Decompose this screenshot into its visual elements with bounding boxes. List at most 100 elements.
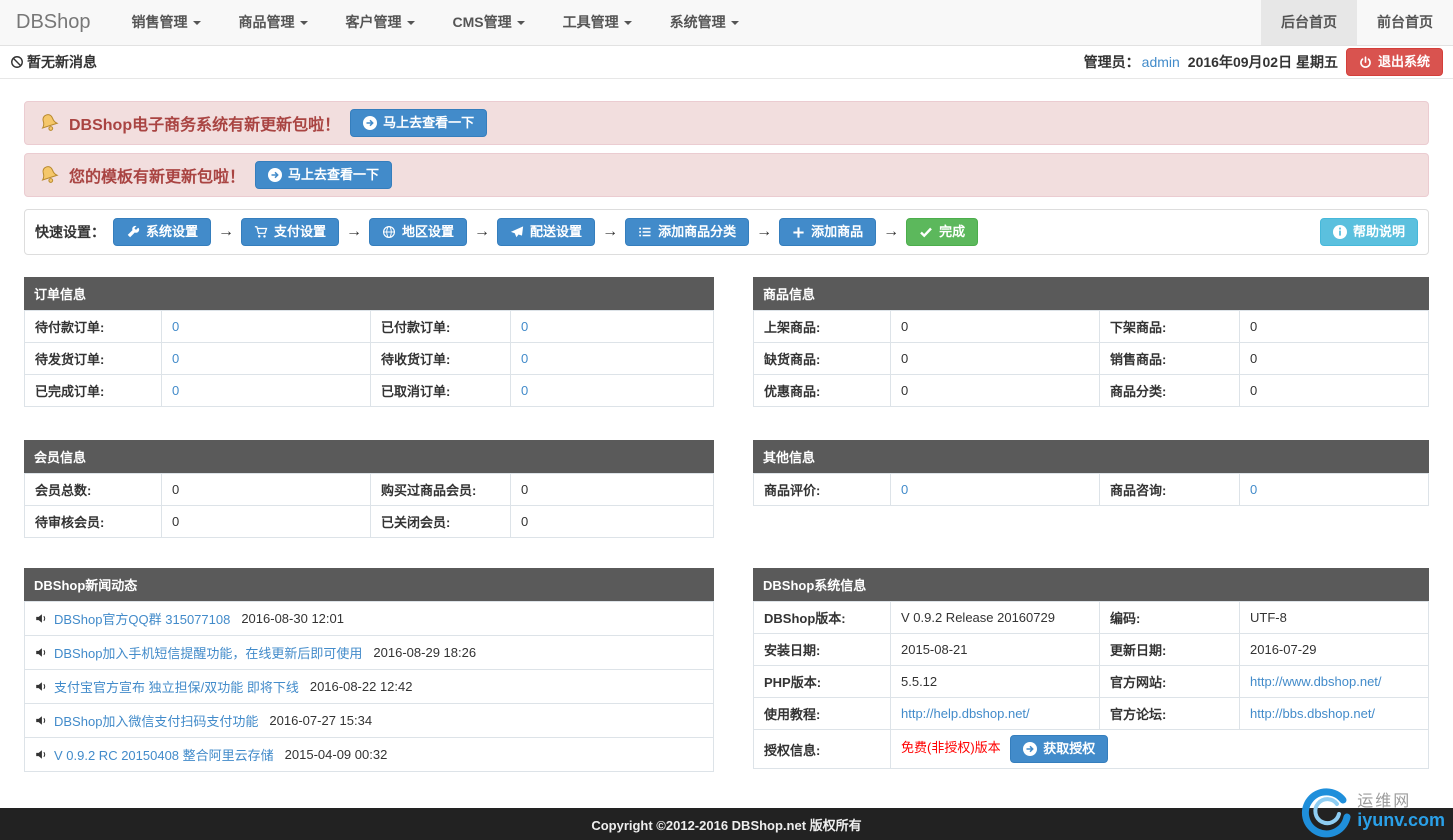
- news-link[interactable]: V 0.9.2 RC 20150408 整合阿里云存储: [54, 745, 274, 764]
- step-region-settings-button[interactable]: 地区设置: [369, 218, 467, 246]
- stat-value: 0: [162, 506, 371, 538]
- admin-label: 管理员：: [1084, 52, 1140, 72]
- stat-value: 0: [511, 474, 714, 506]
- menu-sales[interactable]: 销售管理: [113, 0, 220, 45]
- stat-value-link[interactable]: 0: [172, 319, 179, 334]
- panel-title: 商品信息: [753, 277, 1429, 310]
- tab-frontend-home[interactable]: 前台首页: [1357, 0, 1453, 45]
- flow-arrow-icon: →: [602, 223, 618, 241]
- cart-icon: [254, 225, 268, 239]
- stat-label: 官方网站:: [1100, 666, 1240, 698]
- stat-label: 安装日期:: [754, 634, 891, 666]
- step-add-goods-button[interactable]: 添加商品: [779, 218, 876, 246]
- stat-label: 待付款订单:: [25, 311, 162, 343]
- chevron-down-icon: [731, 21, 739, 25]
- news-link[interactable]: DBShop官方QQ群 315077108: [54, 609, 230, 628]
- panel-title: DBShop系统信息: [753, 568, 1429, 601]
- menu-cms[interactable]: CMS管理: [434, 0, 544, 45]
- alert-text: DBShop电子商务系统有新更新包啦！: [69, 111, 340, 135]
- stat-value: 0: [891, 311, 1100, 343]
- stat-label: 待审核会员:: [25, 506, 162, 538]
- table-row: 授权信息: 免费(非授权)版本 获取授权: [754, 730, 1429, 769]
- step-payment-settings-button[interactable]: 支付设置: [241, 218, 339, 246]
- stat-value-link[interactable]: 0: [1250, 482, 1257, 497]
- step-shipping-settings-button[interactable]: 配送设置: [497, 218, 595, 246]
- chevron-down-icon: [517, 21, 525, 25]
- circle-arrow-icon: [1023, 742, 1037, 756]
- chevron-down-icon: [624, 21, 632, 25]
- check-update-button[interactable]: 马上去查看一下: [350, 109, 487, 137]
- copyright-text: Copyright ©2012-2016 DBShop.net 版权所有: [591, 815, 861, 834]
- alert-text: 您的模板有新更新包啦！: [69, 163, 245, 187]
- news-link[interactable]: DBShop加入微信支付扫码支付功能: [54, 711, 258, 730]
- get-license-button[interactable]: 获取授权: [1010, 735, 1108, 763]
- menu-customer[interactable]: 客户管理: [327, 0, 434, 45]
- news-date: 2016-07-27 15:34: [269, 713, 372, 728]
- chevron-down-icon: [193, 21, 201, 25]
- news-link[interactable]: DBShop加入手机短信提醒功能，在线更新后即可使用: [54, 643, 362, 662]
- stat-value-link[interactable]: 0: [521, 383, 528, 398]
- table-row: 待发货订单: 0 待收货订单: 0: [25, 343, 714, 375]
- official-site-link[interactable]: http://www.dbshop.net/: [1250, 674, 1382, 689]
- speaker-icon: [35, 680, 48, 693]
- stat-label: PHP版本:: [754, 666, 891, 698]
- step-add-category-button[interactable]: 添加商品分类: [625, 218, 749, 246]
- stat-value: 0: [891, 375, 1100, 407]
- stat-value-link[interactable]: 0: [521, 319, 528, 334]
- admin-name-link[interactable]: admin: [1142, 54, 1180, 70]
- stat-value-link[interactable]: 0: [901, 482, 908, 497]
- table-row: 待付款订单: 0 已付款订单: 0: [25, 311, 714, 343]
- stat-value: 0: [162, 474, 371, 506]
- chevron-down-icon: [300, 21, 308, 25]
- menu-system[interactable]: 系统管理: [651, 0, 758, 45]
- table-row: 优惠商品: 0 商品分类: 0: [754, 375, 1429, 407]
- wrench-icon: [126, 225, 140, 239]
- current-date: 2016年09月02日 星期五: [1188, 52, 1338, 72]
- stat-value-link[interactable]: 0: [172, 351, 179, 366]
- circle-arrow-icon: [268, 168, 282, 182]
- table-row: 缺货商品: 0 销售商品: 0: [754, 343, 1429, 375]
- navbar-right: 后台首页 前台首页: [1261, 0, 1453, 45]
- flow-arrow-icon: →: [756, 223, 772, 241]
- menu-goods[interactable]: 商品管理: [220, 0, 327, 45]
- stat-label: DBShop版本:: [754, 602, 891, 634]
- stat-value: 0: [891, 343, 1100, 375]
- step-finish-button[interactable]: 完成: [906, 218, 978, 246]
- table-row: 已完成订单: 0 已取消订单: 0: [25, 375, 714, 407]
- forum-link[interactable]: http://bbs.dbshop.net/: [1250, 706, 1375, 721]
- stat-value-link[interactable]: 0: [172, 383, 179, 398]
- table-row: 待审核会员: 0 已关闭会员: 0: [25, 506, 714, 538]
- step-system-settings-button[interactable]: 系统设置: [113, 218, 211, 246]
- alerts-area: DBShop电子商务系统有新更新包啦！ 马上去查看一下 您的模板有新更新包啦！ …: [24, 101, 1429, 197]
- table-row: PHP版本: 5.5.12 官方网站: http://www.dbshop.ne…: [754, 666, 1429, 698]
- speaker-icon: [35, 646, 48, 659]
- stat-value-link[interactable]: 0: [521, 351, 528, 366]
- flow-arrow-icon: →: [474, 223, 490, 241]
- help-button[interactable]: 帮助说明: [1320, 218, 1418, 246]
- update-alert-template: 您的模板有新更新包啦！ 马上去查看一下: [24, 153, 1429, 197]
- stat-label: 已付款订单:: [371, 311, 511, 343]
- logout-button[interactable]: 退出系统: [1346, 48, 1443, 76]
- check-update-button[interactable]: 马上去查看一下: [255, 161, 392, 189]
- speaker-icon: [35, 714, 48, 727]
- order-info-panel: 订单信息 待付款订单: 0 已付款订单: 0 待发货订单: 0 待收货订单: 0…: [24, 277, 714, 407]
- table-row: 上架商品: 0 下架商品: 0: [754, 311, 1429, 343]
- circle-arrow-icon: [363, 116, 377, 130]
- stat-label: 已关闭会员:: [371, 506, 511, 538]
- news-item: DBShop加入微信支付扫码支付功能 2016-07-27 15:34: [24, 703, 714, 738]
- help-site-link[interactable]: http://help.dbshop.net/: [901, 706, 1030, 721]
- quick-setup-label: 快速设置：: [35, 222, 105, 242]
- tab-backend-home[interactable]: 后台首页: [1261, 0, 1357, 45]
- no-message-text: 暂无新消息: [10, 52, 97, 72]
- plane-icon: [510, 225, 524, 239]
- stat-label: 已取消订单:: [371, 375, 511, 407]
- menu-tools[interactable]: 工具管理: [544, 0, 651, 45]
- power-icon: [1359, 56, 1372, 69]
- brand-logo[interactable]: DBShop: [0, 0, 113, 45]
- news-link[interactable]: 支付宝官方宣布 独立担保/双功能 即将下线: [54, 677, 299, 696]
- flow-arrow-icon: →: [346, 223, 362, 241]
- stat-label: 上架商品:: [754, 311, 891, 343]
- news-item: DBShop官方QQ群 315077108 2016-08-30 12:01: [24, 601, 714, 636]
- globe-icon: [382, 225, 396, 239]
- stat-label: 待收货订单:: [371, 343, 511, 375]
